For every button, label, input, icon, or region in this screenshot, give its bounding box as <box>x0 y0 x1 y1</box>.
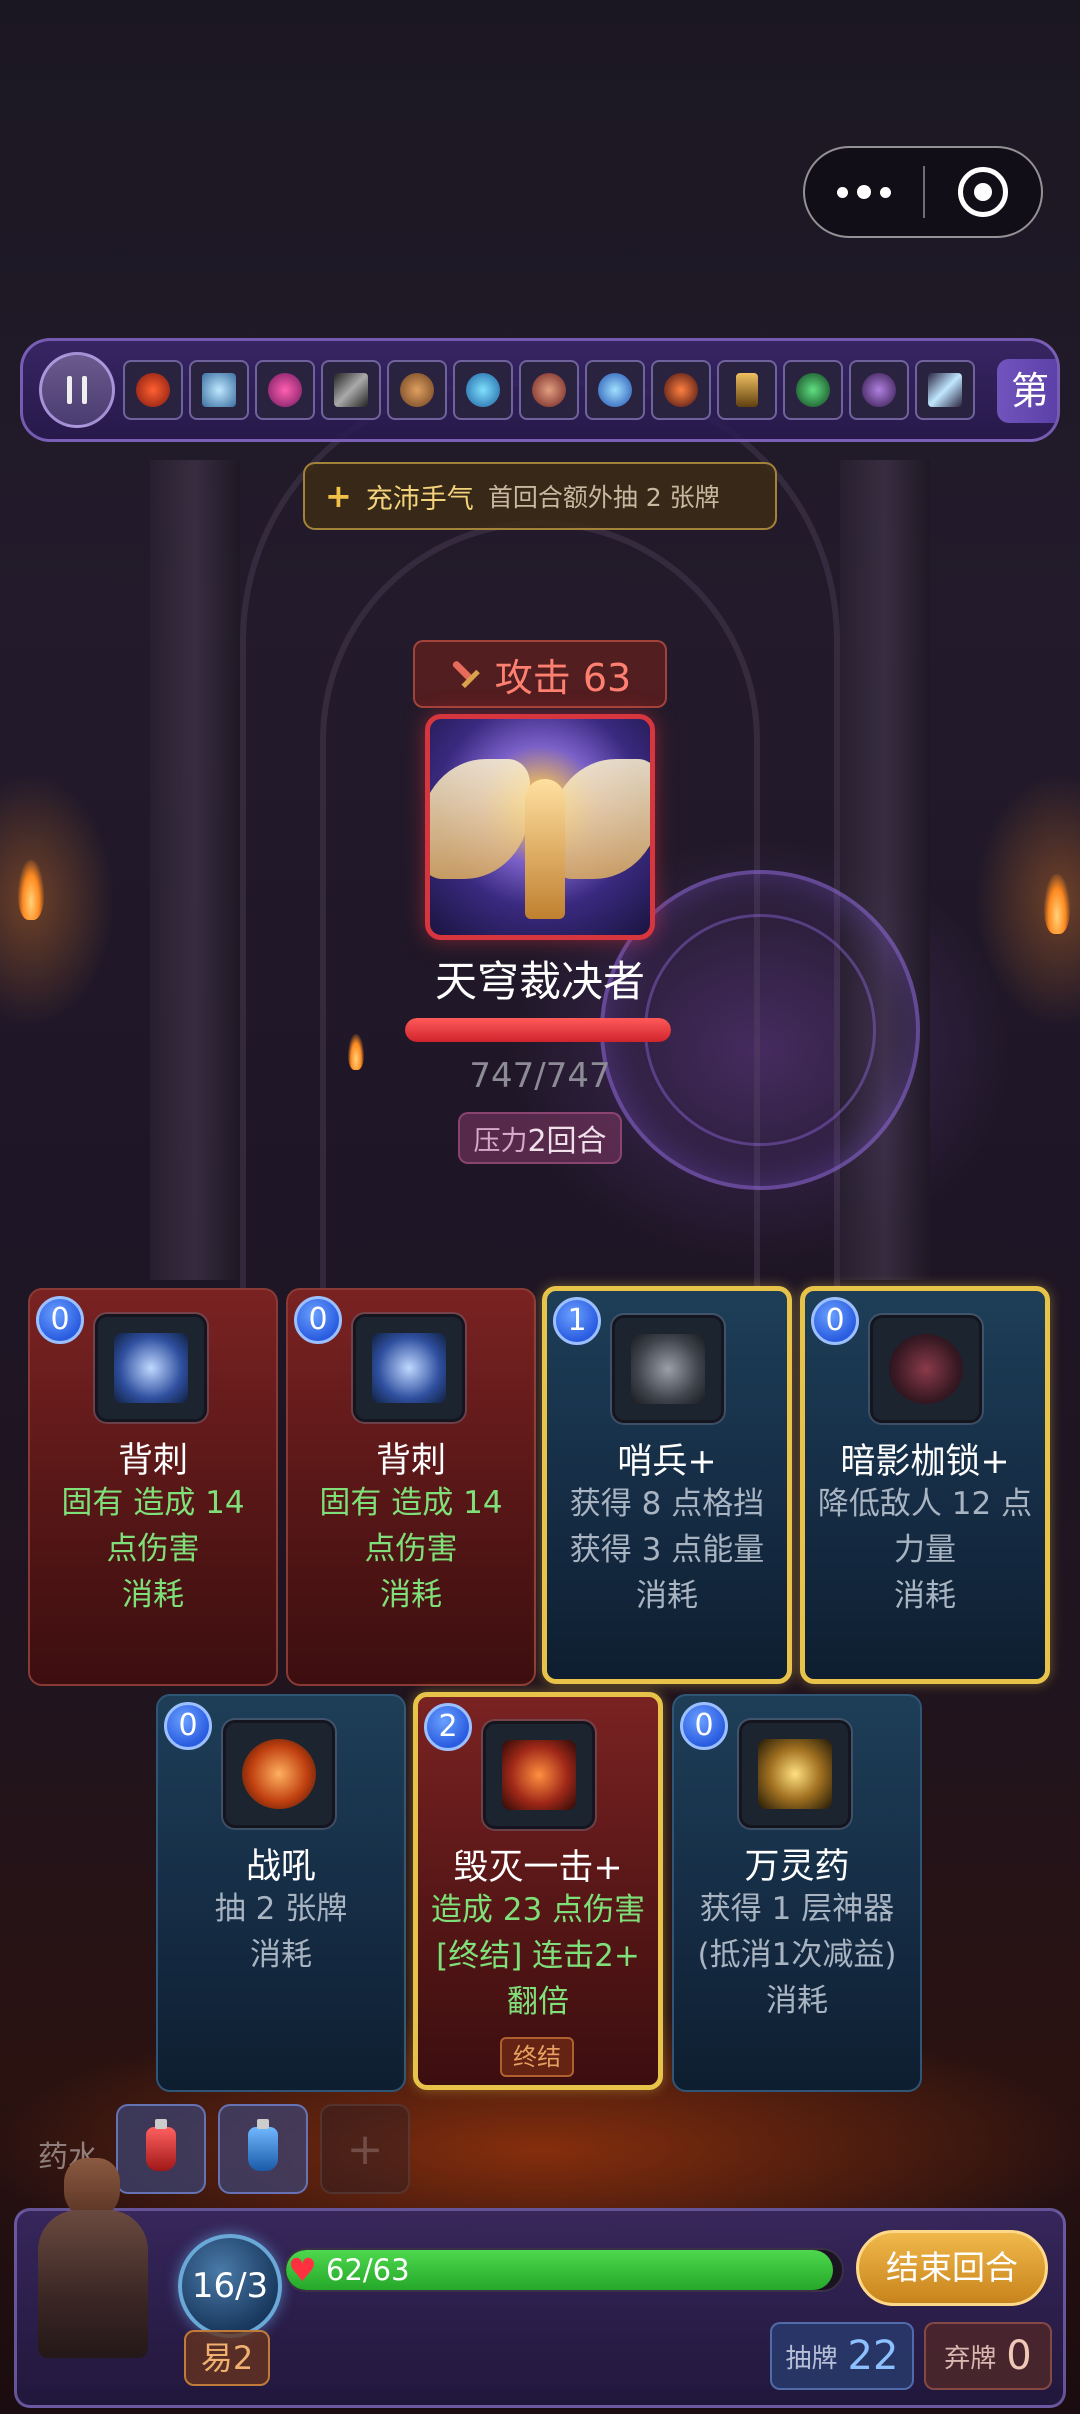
pressure-label: 压力 <box>473 1125 528 1157</box>
card-name: 背刺 <box>117 1441 188 1481</box>
relic-hourglass-icon[interactable] <box>717 360 777 420</box>
discard-pile-label: 弃牌 <box>944 2343 997 2374</box>
sword-icon <box>442 651 487 696</box>
sentry-art-icon <box>612 1315 724 1423</box>
buff-banner: + 充沛手气 首回合额外抽 2 张牌 <box>303 462 777 530</box>
vulnerable-status-badge[interactable]: 易2 <box>184 2330 270 2386</box>
heart-icon: ♥ <box>288 2251 317 2289</box>
relic-red-orb-icon[interactable] <box>519 360 579 420</box>
panacea-art-icon <box>739 1720 851 1828</box>
turn-label: 第 1 <box>997 359 1057 439</box>
more-dot-icon <box>857 185 871 199</box>
card-description: 获得 1 层神器 (抵消1次减益) 消耗 <box>697 1891 897 2019</box>
card-war-cry[interactable]: 0 战吼 抽 2 张牌 消耗 <box>156 1694 406 2092</box>
background-pillar <box>150 460 240 1280</box>
end-turn-button[interactable]: 结束回合 <box>856 2230 1048 2306</box>
relic-blue-shield-icon[interactable] <box>585 360 645 420</box>
card-name: 背刺 <box>375 1441 446 1481</box>
relic-green-leaf-icon[interactable] <box>783 360 843 420</box>
card-description: 降低敌人 12 点 力量 消耗 <box>817 1486 1033 1614</box>
card-cost: 0 <box>811 1297 859 1345</box>
discard-pile-count: 0 <box>1006 2333 1032 2379</box>
card-backstab[interactable]: 0 背刺 固有 造成 14 点伤害 消耗 <box>286 1288 536 1686</box>
card-cost: 0 <box>680 1702 728 1750</box>
card-name: 哨兵+ <box>617 1442 717 1482</box>
draw-pile-label: 抽牌 <box>785 2343 838 2374</box>
card-cost: 0 <box>294 1296 342 1344</box>
war-cry-art-icon <box>223 1720 335 1828</box>
card-description: 固有 造成 14 点伤害 消耗 <box>319 1485 503 1613</box>
torch-left-small <box>348 1034 364 1070</box>
relic-purple-skull-icon[interactable] <box>849 360 909 420</box>
relic-blue-gear-icon[interactable] <box>453 360 513 420</box>
intent-text: 攻击 63 <box>494 655 632 700</box>
relic-flame-eye-icon[interactable] <box>651 360 711 420</box>
relic-fire-sigil-icon[interactable] <box>123 360 183 420</box>
torch-left <box>18 860 44 920</box>
backstab-art-icon <box>353 1314 465 1422</box>
backstab-art-icon <box>95 1314 207 1422</box>
enemy-hp-text: 747/747 <box>469 1056 611 1096</box>
pause-icon <box>67 376 72 404</box>
finisher-tag: 终结 <box>500 2037 574 2077</box>
more-button[interactable] <box>805 148 923 236</box>
enemy-hp-bar <box>405 1018 671 1042</box>
shackles-art-icon <box>870 1315 982 1423</box>
relic-demon-mask-icon[interactable] <box>255 360 315 420</box>
buff-name: 充沛手气 <box>365 483 474 515</box>
card-cost: 2 <box>424 1703 472 1751</box>
discard-pile-button[interactable]: 弃牌 0 <box>924 2322 1052 2390</box>
relic-bar: 第 1 <box>20 338 1060 442</box>
card-name: 暗影枷锁+ <box>840 1442 1010 1482</box>
blue-potion-icon <box>248 2119 278 2171</box>
annihilation-art-icon <box>483 1721 595 1829</box>
more-dot-icon <box>837 186 848 198</box>
plus-icon: + <box>325 477 352 515</box>
player-hp-text: 62/63 <box>326 2253 410 2287</box>
relic-bronze-medal-icon[interactable] <box>387 360 447 420</box>
card-sentry-plus[interactable]: 1 哨兵+ 获得 8 点格挡 获得 3 点能量 消耗 <box>542 1286 792 1684</box>
draw-pile-count: 22 <box>847 2333 899 2379</box>
potion-slot-2[interactable] <box>218 2104 308 2194</box>
card-description: 获得 8 点格挡 获得 3 点能量 消耗 <box>569 1486 765 1614</box>
enemy-intent: 攻击 63 <box>413 640 667 708</box>
enemy-hp-fill <box>405 1018 671 1042</box>
buff-description: 首回合额外抽 2 张牌 <box>487 483 720 512</box>
card-name: 战吼 <box>245 1847 316 1887</box>
card-shadow-shackles-plus[interactable]: 0 暗影枷锁+ 降低敌人 12 点 力量 消耗 <box>800 1286 1050 1684</box>
card-panacea[interactable]: 0 万灵药 获得 1 层神器 (抵消1次减益) 消耗 <box>672 1694 922 2092</box>
relic-ice-crystal-icon[interactable] <box>189 360 249 420</box>
miniprogram-capsule <box>803 146 1043 238</box>
card-cost: 0 <box>164 1702 212 1750</box>
more-dot-icon <box>880 186 891 198</box>
torch-right <box>1044 874 1070 934</box>
card-cost: 1 <box>553 1297 601 1345</box>
pressure-value: 2回合 <box>527 1124 607 1159</box>
draw-pile-button[interactable]: 抽牌 22 <box>770 2322 914 2390</box>
potion-slot-empty[interactable]: + <box>320 2104 410 2194</box>
close-button[interactable] <box>925 167 1041 217</box>
card-annihilation-strike-plus[interactable]: 2 毁灭一击+ 造成 23 点伤害 [终结] 连击2+ 翻倍 终结 <box>413 1692 663 2090</box>
close-target-icon <box>958 167 1008 217</box>
card-name: 万灵药 <box>744 1847 850 1887</box>
pause-button[interactable] <box>39 352 115 428</box>
card-cost: 0 <box>36 1296 84 1344</box>
relic-dark-blade-icon[interactable] <box>321 360 381 420</box>
card-name: 毁灭一击+ <box>453 1848 623 1888</box>
hero-avatar[interactable] <box>28 2158 158 2358</box>
card-backstab[interactable]: 0 背刺 固有 造成 14 点伤害 消耗 <box>28 1288 278 1686</box>
card-description: 造成 23 点伤害 [终结] 连击2+ 翻倍 <box>430 1892 646 2020</box>
energy-orb: 16/3 <box>178 2234 282 2338</box>
relic-frost-sword-icon[interactable] <box>915 360 975 420</box>
pressure-badge: 压力 2回合 <box>458 1112 622 1164</box>
card-description: 抽 2 张牌 消耗 <box>214 1891 348 1973</box>
enemy-name: 天穹裁决者 <box>434 957 645 1006</box>
enemy-portrait[interactable] <box>425 714 655 940</box>
card-description: 固有 造成 14 点伤害 消耗 <box>61 1485 245 1613</box>
